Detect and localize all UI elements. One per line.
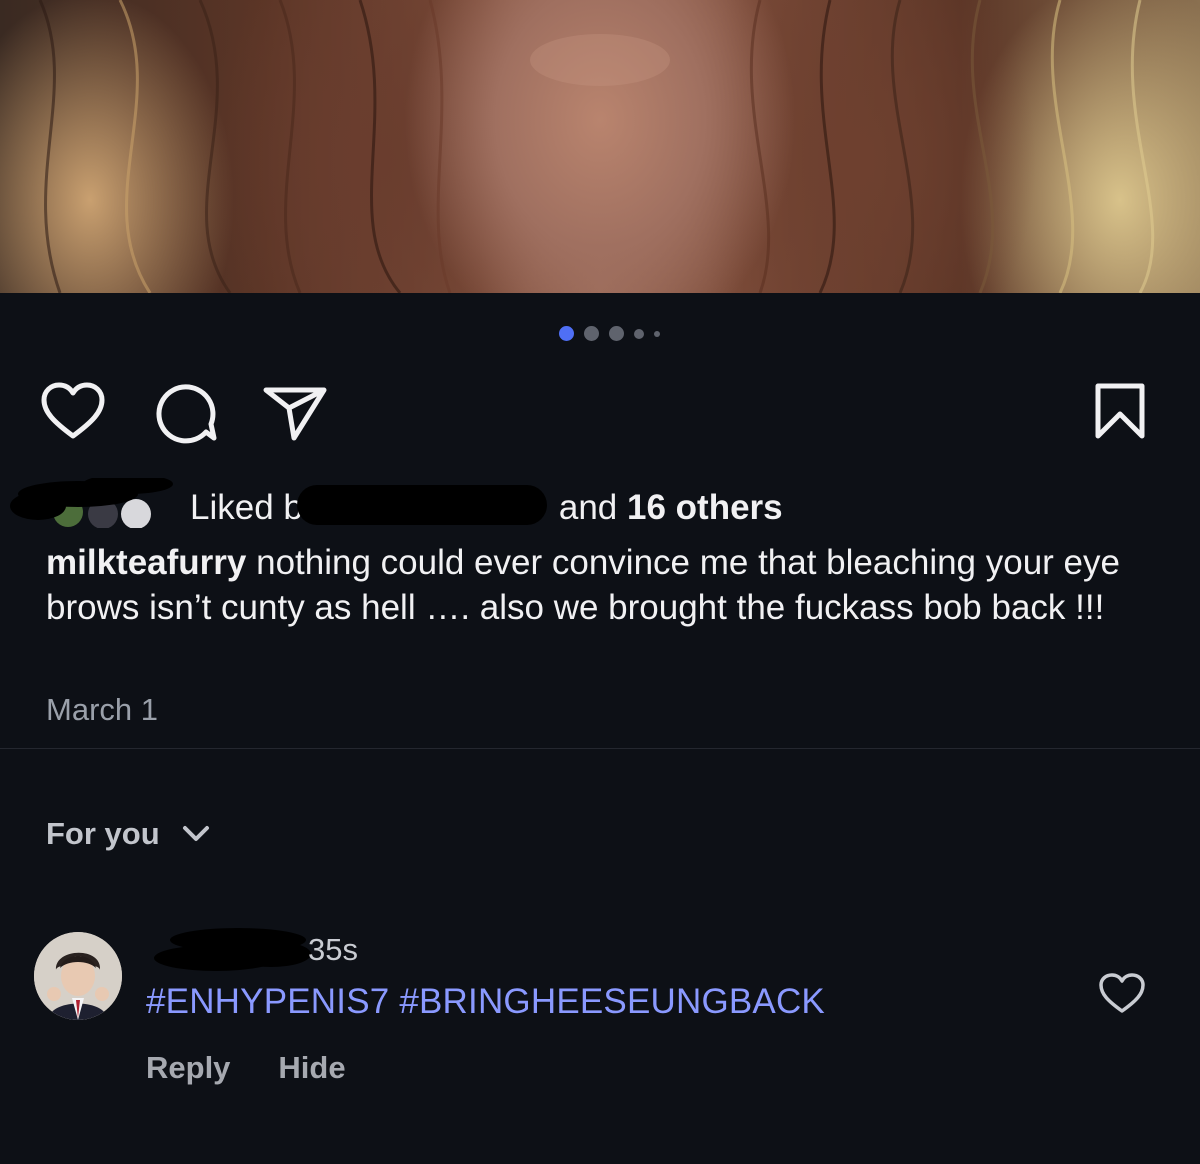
liked-by-others-count[interactable]: 16 others (627, 488, 783, 527)
hide-button[interactable]: Hide (278, 1050, 345, 1086)
redacted-username (296, 485, 547, 525)
heart-icon (41, 382, 105, 439)
share-button[interactable] (262, 384, 328, 442)
photo-hair-strands (38, 0, 1155, 293)
carousel-dot-3 (608, 326, 624, 341)
liked-by-row[interactable]: Liked b and 16 others (8, 478, 908, 538)
reply-button[interactable]: Reply (146, 1050, 230, 1086)
section-divider (0, 748, 1200, 749)
liker-avatars (10, 478, 173, 528)
send-paper-plane-icon (263, 387, 327, 441)
like-button[interactable] (40, 382, 106, 442)
liked-by-label: Liked b (190, 488, 303, 527)
liked-by-text: Liked b and 16 others (190, 485, 783, 528)
avatar-image (34, 932, 122, 1020)
post-date: March 1 (46, 692, 158, 727)
comment-button[interactable] (154, 382, 218, 444)
caption-username[interactable]: milkteafurry (46, 543, 246, 582)
comment-avatar[interactable] (34, 932, 122, 1020)
post-photo[interactable] (0, 0, 1200, 293)
carousel-indicator (0, 326, 1200, 341)
comment-bubble-icon (156, 384, 217, 444)
comments-filter-dropdown[interactable]: For you (46, 816, 210, 852)
comment-username-redacted[interactable] (146, 928, 316, 972)
bookmark-icon (1095, 383, 1145, 439)
post-action-bar (40, 380, 1150, 444)
comment-actions: Reply Hide (146, 1050, 346, 1086)
save-button[interactable] (1094, 382, 1146, 440)
redaction-mark (154, 928, 311, 971)
carousel-dot-1 (558, 326, 574, 341)
comment-text-hashtags[interactable]: #ENHYPENIS7 #BRINGHEESEUNGBACK (146, 982, 825, 1022)
heart-icon (1099, 973, 1145, 1013)
carousel-dot-5 (653, 330, 660, 337)
carousel-dot-4 (633, 328, 644, 339)
liked-by-and: and (558, 488, 618, 527)
comments-filter-label: For you (46, 816, 160, 851)
carousel-dot-2 (583, 326, 599, 341)
comment-timestamp: 35s (308, 932, 358, 967)
chevron-down-icon (182, 826, 209, 841)
post-caption: milkteafurry nothing could ever convince… (46, 540, 1156, 630)
comment-like-button[interactable] (1098, 972, 1146, 1021)
